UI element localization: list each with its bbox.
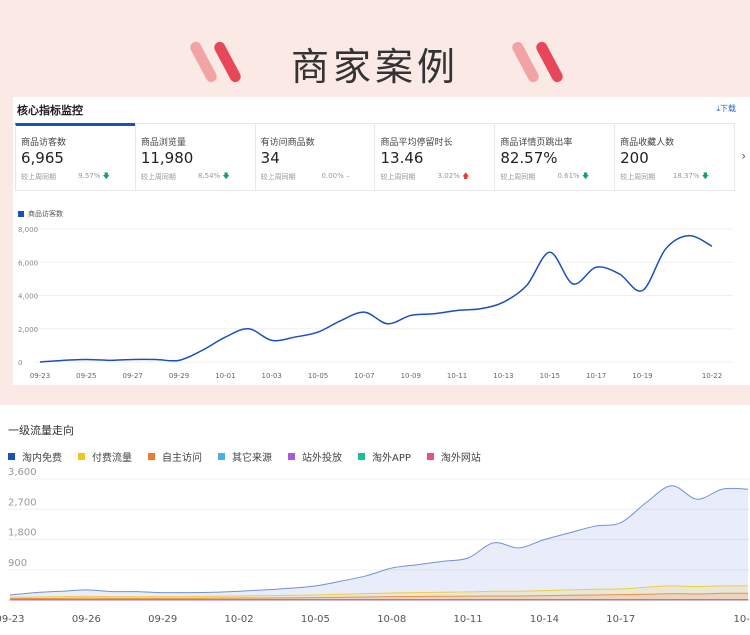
x-tick-label: 10-05 — [308, 372, 328, 380]
y-tick-label: 0 — [18, 359, 22, 367]
y-tick-label: 3,600 — [8, 467, 37, 478]
y-tick-label: 6,000 — [18, 259, 38, 267]
core-metrics-card: 核心指标监控 ⤓下载 商品访客数 6,965 较上周同期 9.57% 🡇 商品浏览… — [13, 97, 750, 385]
x-tick-label: 09-26 — [72, 614, 101, 625]
y-tick-label: 8,000 — [18, 226, 38, 234]
y-tick-label: 4,000 — [18, 293, 38, 301]
traffic-card: 一级流量走向 淘内免费 付费流量 自主访问 其它来源 站外投放 淘外APP 淘外网站 900… — [0, 405, 750, 635]
series-area — [10, 485, 748, 600]
traffic-area-chart: 900 1,800 2,700 3,600 09-23 09-26 09-29 10-02 10… — [0, 467, 750, 625]
banner: 商家案例 — [0, 0, 750, 95]
x-tick-label: 09-29 — [148, 614, 177, 625]
y-tick-label: 2,000 — [18, 326, 38, 334]
x-tick-label: 10-02 — [225, 614, 254, 625]
x-tick-label: 10-09 — [401, 372, 421, 380]
x-tick-label: 09-23 — [30, 372, 50, 380]
x-tick-label: 09-23 — [0, 614, 25, 625]
x-tick-label: 10-19 — [632, 372, 652, 380]
x-tick-label: 09-29 — [169, 372, 189, 380]
x-tick-label: 10-07 — [354, 372, 374, 380]
x-tick-label: 10-17 — [586, 372, 606, 380]
x-tick-label: 10-08 — [377, 614, 406, 625]
x-tick-label: 10-03 — [262, 372, 282, 380]
x-tick-label: 10-13 — [493, 372, 513, 380]
x-tick-label: 10-05 — [301, 614, 330, 625]
x-tick-label: 10-14 — [530, 614, 559, 625]
banner-title: 商家案例 — [290, 45, 459, 89]
x-tick-label: 10-11 — [454, 614, 483, 625]
x-tick-label: 10-15 — [540, 372, 560, 380]
x-tick-label: 09-27 — [123, 372, 143, 380]
y-tick-label: 2,700 — [8, 497, 37, 508]
x-tick-label: 10-17 — [606, 614, 635, 625]
x-tick-label: 10-01 — [215, 372, 235, 380]
y-tick-label: 1,800 — [8, 528, 37, 539]
x-tick-label: 09-25 — [76, 372, 96, 380]
x-tick-label: 10-11 — [447, 372, 467, 380]
y-tick-label: 900 — [8, 558, 27, 569]
x-tick-label: 10-22 — [733, 614, 750, 625]
x-tick-label: 10-22 — [702, 372, 722, 380]
series-line — [39, 234, 713, 363]
visitors-line-chart: 0 2,000 4,000 6,000 8,000 09-23 09-25 09-27 09-2… — [18, 226, 733, 380]
